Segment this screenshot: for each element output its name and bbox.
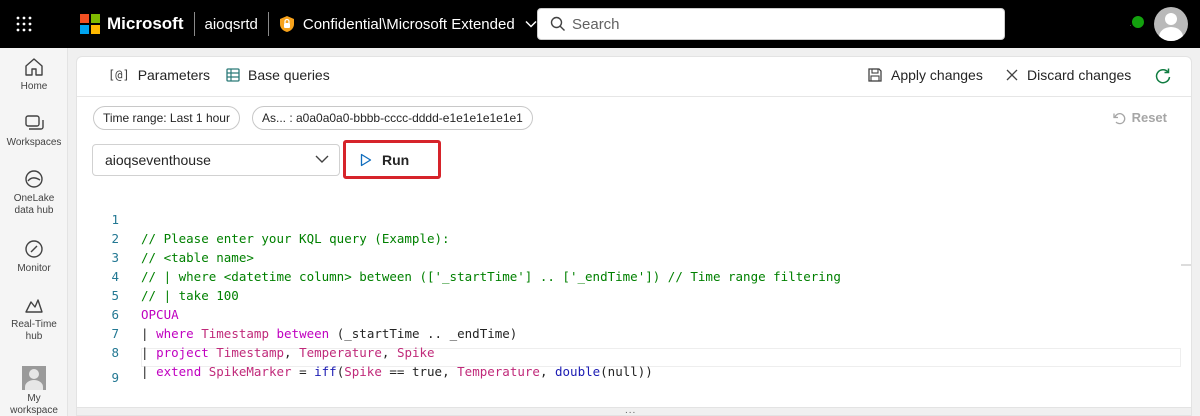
code-line: 2 // <table name> bbox=[77, 210, 1191, 265]
sensitivity-text: Confidential\Microsoft Extended bbox=[302, 15, 515, 33]
microsoft-brand[interactable]: Microsoft bbox=[80, 14, 184, 34]
account[interactable] bbox=[1130, 7, 1200, 41]
nav-label: OneLake bbox=[13, 193, 55, 204]
nav-label: workspace bbox=[10, 405, 58, 416]
search-box[interactable]: Search bbox=[537, 8, 1005, 40]
workspace-name[interactable]: aioqsrtd bbox=[205, 16, 258, 33]
chevron-down-icon bbox=[315, 155, 329, 163]
real-time-hub-icon bbox=[25, 299, 43, 313]
play-icon bbox=[360, 153, 372, 167]
app-launcher-icon[interactable] bbox=[0, 0, 48, 48]
base-queries-label: Base queries bbox=[248, 67, 330, 83]
nav-item-monitor[interactable]: Monitor bbox=[0, 238, 68, 275]
home-icon bbox=[25, 58, 43, 76]
top-bar: Microsoft aioqsrtd Confidential\Microsof… bbox=[0, 0, 1200, 48]
nav-item-onelake-data-hub[interactable]: OneLake data hub bbox=[0, 168, 68, 217]
code-line: 6 | where Timestamp between (_startTime … bbox=[77, 286, 1191, 341]
parameters-label: Parameters bbox=[137, 67, 211, 83]
code-line: 3 // | where <datetime column> between (… bbox=[77, 229, 1191, 284]
kql-editor[interactable]: 1 // Please enter your KQL query (Exampl… bbox=[77, 190, 1191, 415]
nav-label: hub bbox=[25, 331, 43, 342]
code-line: 8 | extend SpikeMarker = iff(Spike == tr… bbox=[77, 324, 1191, 379]
sensitivity-label[interactable]: Confidential\Microsoft Extended bbox=[279, 15, 537, 33]
resize-grip-icon[interactable]: ... bbox=[625, 406, 636, 416]
apply-changes-button[interactable]: Apply changes bbox=[867, 67, 983, 83]
nav-item-workspaces[interactable]: Workspaces bbox=[0, 112, 68, 149]
apply-changes-label: Apply changes bbox=[891, 67, 983, 83]
line-number: 9 bbox=[111, 370, 119, 385]
microsoft-logo-icon bbox=[80, 14, 100, 34]
database-select[interactable]: aioqseventhouse bbox=[92, 144, 340, 176]
refresh-button[interactable] bbox=[1154, 67, 1172, 85]
refresh-icon bbox=[1155, 68, 1171, 84]
time-range-pill[interactable]: Time range: Last 1 hour bbox=[93, 106, 240, 130]
reset-button[interactable]: Reset bbox=[1112, 110, 1167, 125]
workspaces-icon bbox=[25, 115, 44, 130]
database-value: aioqseventhouse bbox=[105, 152, 211, 168]
sensitivity-shield-icon bbox=[279, 16, 294, 32]
nav-label: Workspaces bbox=[6, 137, 62, 148]
nav-label: data hub bbox=[14, 205, 54, 216]
divider bbox=[267, 12, 269, 36]
parameters-icon: [@] bbox=[108, 68, 130, 82]
brand-name: Microsoft bbox=[107, 14, 184, 33]
code-line: 9 bbox=[77, 349, 1191, 385]
save-icon bbox=[867, 67, 883, 83]
monitor-icon bbox=[25, 240, 43, 258]
divider bbox=[193, 12, 195, 36]
chevron-down-icon bbox=[525, 20, 537, 28]
as-of-text: As... : a0a0a0a0-bbbb-cccc-dddd-e1e1e1e1… bbox=[262, 111, 523, 125]
code-line: 1 // Please enter your KQL query (Exampl… bbox=[77, 191, 1191, 246]
nav-label: Home bbox=[20, 81, 48, 92]
toolbar: [@] Parameters Base queries Apply change… bbox=[77, 57, 1191, 97]
run-label: Run bbox=[382, 151, 410, 168]
as-of-pill[interactable]: As... : a0a0a0a0-bbbb-cccc-dddd-e1e1e1e1… bbox=[252, 106, 533, 130]
code-line: 4 // | take 100 bbox=[77, 248, 1191, 303]
close-icon bbox=[1005, 68, 1019, 82]
time-range-text: Time range: Last 1 hour bbox=[103, 111, 230, 125]
onelake-icon bbox=[25, 170, 43, 188]
presence-indicator bbox=[1130, 14, 1146, 30]
workspace-avatar bbox=[22, 366, 46, 390]
search-placeholder: Search bbox=[572, 15, 620, 33]
code-line: 7 | project Timestamp, Temperature, Spik… bbox=[77, 305, 1191, 360]
discard-changes-label: Discard changes bbox=[1027, 67, 1132, 83]
left-navigation: Home Workspaces OneLake data hub Monitor… bbox=[0, 48, 68, 416]
reset-label: Reset bbox=[1131, 110, 1167, 125]
base-queries-button[interactable]: Base queries bbox=[226, 67, 330, 83]
undo-icon bbox=[1112, 111, 1126, 125]
nav-label: Real-Time bbox=[11, 319, 57, 330]
run-button[interactable]: Run bbox=[343, 140, 441, 179]
nav-label: Monitor bbox=[17, 263, 51, 274]
nav-label: My bbox=[27, 393, 41, 404]
avatar[interactable] bbox=[1154, 7, 1188, 41]
filter-bar: Time range: Last 1 hour As... : a0a0a0a0… bbox=[77, 97, 1191, 139]
parameters-button[interactable]: [@] Parameters bbox=[108, 67, 210, 83]
search-icon bbox=[550, 16, 565, 31]
base-queries-icon bbox=[226, 68, 240, 82]
code-line: 5 OPCUA bbox=[77, 267, 1191, 322]
nav-item-my-workspace[interactable]: My workspace bbox=[0, 366, 68, 416]
discard-changes-button[interactable]: Discard changes bbox=[1005, 67, 1131, 83]
query-panel: [@] Parameters Base queries Apply change… bbox=[76, 56, 1192, 416]
nav-item-home[interactable]: Home bbox=[0, 56, 68, 93]
nav-item-real-time-hub[interactable]: Real-Time hub bbox=[0, 294, 68, 343]
